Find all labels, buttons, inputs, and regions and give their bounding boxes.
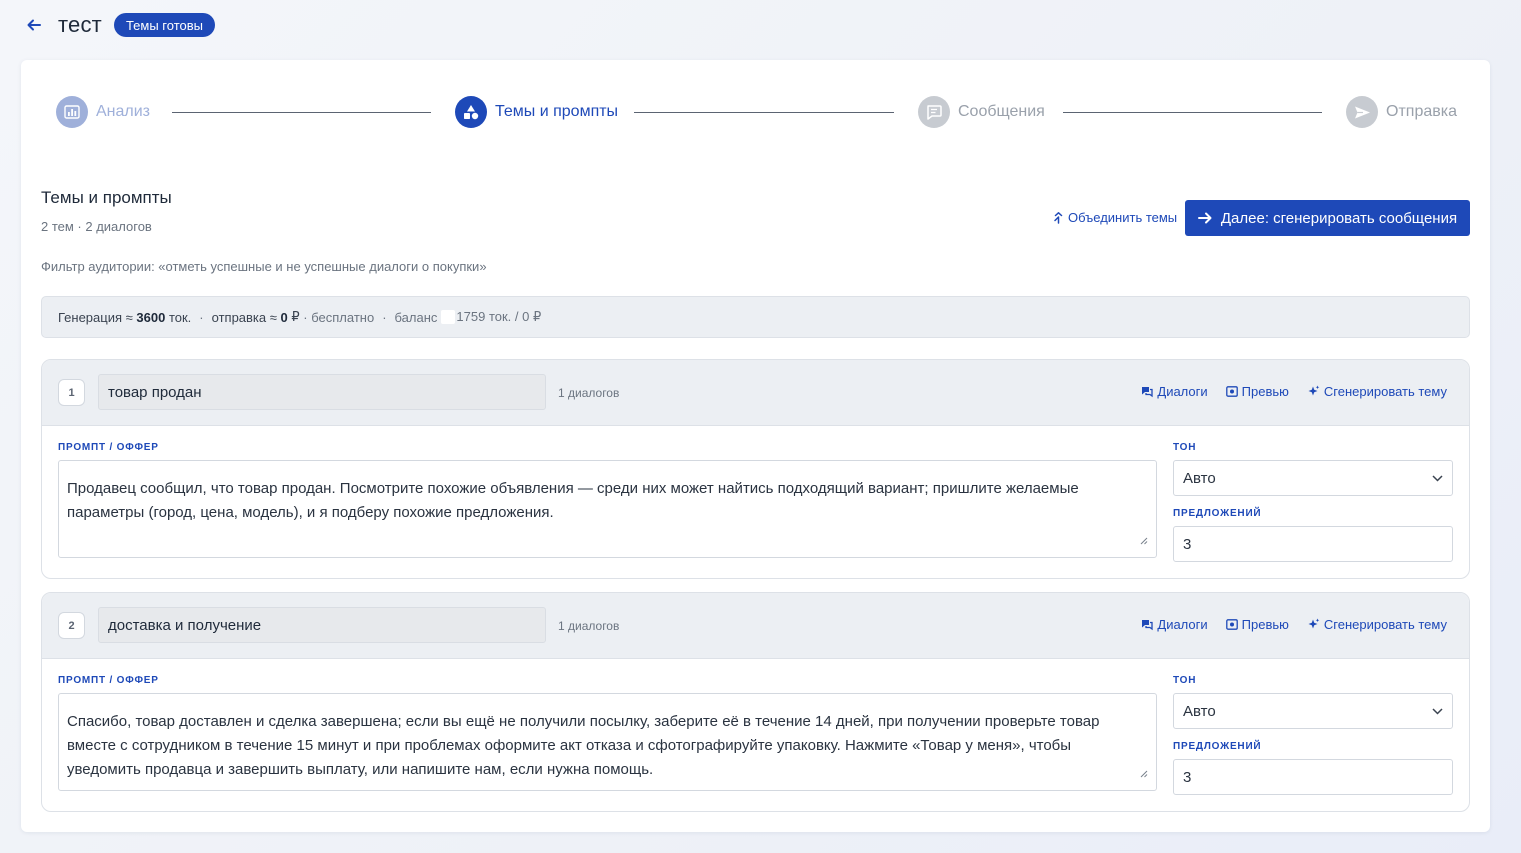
sentences-input[interactable]: 3 xyxy=(1173,759,1453,795)
send-cost: 0 xyxy=(280,309,288,325)
preview-button[interactable]: Превью xyxy=(1225,617,1289,632)
generation-prefix: Генерация ≈ xyxy=(58,309,133,325)
arrow-right-icon xyxy=(1197,212,1212,224)
topic-header: 1 товар продан 1 диалогов Диалоги Превью… xyxy=(42,360,1469,426)
next-generate-messages-button[interactable]: Далее: сгенерировать сообщения xyxy=(1185,200,1470,236)
step-send[interactable]: Отправка xyxy=(1346,95,1457,129)
back-button[interactable] xyxy=(24,15,44,35)
sentences-input[interactable]: 3 xyxy=(1173,526,1453,562)
step-connector xyxy=(634,112,894,113)
chat-bubbles-icon xyxy=(1142,386,1154,397)
step-label: Темы и промпты xyxy=(495,103,619,120)
tone-select[interactable]: Авто xyxy=(1173,460,1453,496)
eye-icon xyxy=(1225,386,1238,397)
topic-header: 2 доставка и получение 1 диалогов Диалог… xyxy=(42,593,1469,659)
topbar: тест Темы готовы xyxy=(24,10,215,40)
generate-topic-button[interactable]: Сгенерировать тему xyxy=(1307,384,1447,399)
topic-actions: Диалоги Превью Сгенерировать тему xyxy=(1123,384,1447,399)
step-messages[interactable]: Сообщения xyxy=(918,95,1045,129)
dialogs-button[interactable]: Диалоги xyxy=(1141,617,1208,632)
sentences-value: 3 xyxy=(1183,535,1192,553)
balance-swatch xyxy=(441,310,456,324)
resize-grip-icon[interactable] xyxy=(1140,770,1148,778)
status-badge: Темы готовы xyxy=(113,13,215,37)
preview-label: Превью xyxy=(1241,617,1289,632)
topic-name-input[interactable]: доставка и получение xyxy=(98,607,546,643)
prompt-textarea[interactable]: Спасибо, товар доставлен и сделка заверш… xyxy=(58,693,1157,791)
topic-number: 1 xyxy=(58,379,85,406)
sentences-label: ПРЕДЛОЖЕНИЙ xyxy=(1173,741,1262,752)
dialogs-button[interactable]: Диалоги xyxy=(1141,384,1208,399)
resize-grip-icon[interactable] xyxy=(1140,537,1148,545)
sparkle-icon xyxy=(1308,618,1320,629)
audience-filter: Фильтр аудитории: «отметь успешные и не … xyxy=(41,259,487,274)
merge-topics-label: Объединить темы xyxy=(1068,210,1178,225)
merge-icon xyxy=(1054,211,1063,224)
prompt-label: ПРОМПТ / ОФФЕР xyxy=(58,442,159,453)
sparkle-icon xyxy=(1308,385,1320,396)
chevron-down-icon xyxy=(1432,707,1443,715)
next-button-label: Далее: сгенерировать сообщения xyxy=(1220,209,1458,227)
generate-topic-label: Сгенерировать тему xyxy=(1323,384,1447,399)
cost-summary: Генерация ≈ 3600 ток. · отправка ≈ 0 ₽ ·… xyxy=(41,296,1470,338)
generation-unit: ток. xyxy=(168,309,192,325)
prompt-text: Спасибо, товар доставлен и сделка заверш… xyxy=(67,713,1100,778)
tone-label: ТОН xyxy=(1173,675,1197,686)
tone-value: Авто xyxy=(1183,702,1216,720)
section-title: Темы и промпты xyxy=(41,188,172,207)
balance-value: 1759 ток. / 0 ₽ xyxy=(456,309,542,324)
section-subtitle: 2 тем · 2 диалогов xyxy=(41,219,152,234)
topic-name-input[interactable]: товар продан xyxy=(98,374,546,410)
tone-label: ТОН xyxy=(1173,442,1197,453)
merge-topics-button[interactable]: Объединить темы xyxy=(1053,210,1177,225)
topic-number: 2 xyxy=(58,612,85,639)
balance-label: баланс xyxy=(394,309,438,325)
chat-icon xyxy=(918,96,950,128)
page-title: тест xyxy=(58,12,102,37)
dialogs-label: Диалоги xyxy=(1157,384,1208,399)
generate-topic-button[interactable]: Сгенерировать тему xyxy=(1307,617,1447,632)
chat-bubbles-icon xyxy=(1142,619,1154,630)
sentences-label: ПРЕДЛОЖЕНИЙ xyxy=(1173,508,1262,519)
topic-dialog-count: 1 диалогов xyxy=(558,619,620,633)
tone-select[interactable]: Авто xyxy=(1173,693,1453,729)
bar-chart-icon xyxy=(56,96,88,128)
tone-value: Авто xyxy=(1183,469,1216,487)
step-label: Сообщения xyxy=(958,103,1045,120)
step-analysis[interactable]: Анализ xyxy=(56,95,150,129)
preview-label: Превью xyxy=(1241,384,1289,399)
free-note: · бесплатно xyxy=(303,309,375,325)
paper-plane-icon xyxy=(1346,96,1378,128)
topic-actions: Диалоги Превью Сгенерировать тему xyxy=(1123,617,1447,632)
send-unit: ₽ xyxy=(291,309,300,324)
topic-card: 2 доставка и получение 1 диалогов Диалог… xyxy=(41,592,1470,812)
prompt-label: ПРОМПТ / ОФФЕР xyxy=(58,675,159,686)
preview-button[interactable]: Превью xyxy=(1225,384,1289,399)
chevron-down-icon xyxy=(1432,474,1443,482)
step-topics[interactable]: Темы и промпты xyxy=(455,95,618,129)
shapes-icon xyxy=(455,96,487,128)
stepper: Анализ Темы и промпты Сообщения Отправка xyxy=(21,60,1490,165)
prompt-text: Продавец сообщил, что товар продан. Посм… xyxy=(67,480,1079,521)
main-card: Анализ Темы и промпты Сообщения Отправка… xyxy=(21,60,1490,832)
prompt-textarea[interactable]: Продавец сообщил, что товар продан. Посм… xyxy=(58,460,1157,558)
step-connector xyxy=(1063,112,1322,113)
send-prefix: отправка ≈ xyxy=(211,309,277,325)
topic-card: 1 товар продан 1 диалогов Диалоги Превью… xyxy=(41,359,1470,579)
eye-icon xyxy=(1225,619,1238,630)
topic-dialog-count: 1 диалогов xyxy=(558,386,620,400)
step-connector xyxy=(172,112,431,113)
generation-tokens: 3600 xyxy=(136,309,166,325)
step-label: Анализ xyxy=(96,103,151,120)
sentences-value: 3 xyxy=(1183,768,1192,786)
step-label: Отправка xyxy=(1386,103,1457,120)
generate-topic-label: Сгенерировать тему xyxy=(1323,617,1447,632)
dialogs-label: Диалоги xyxy=(1157,617,1208,632)
arrow-left-icon xyxy=(27,19,41,31)
